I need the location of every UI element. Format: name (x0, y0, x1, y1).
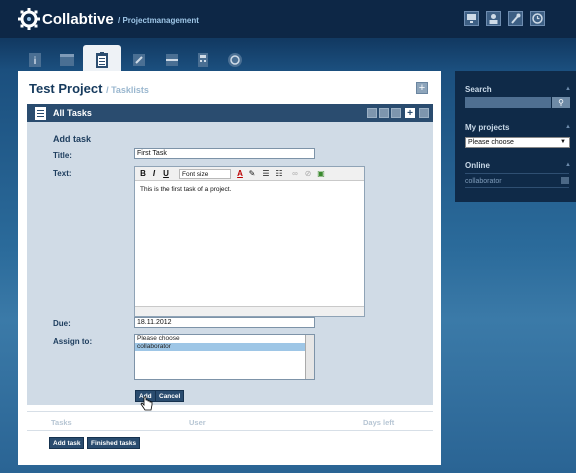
col-user[interactable]: User (189, 418, 206, 427)
tasklist-icon[interactable] (93, 51, 111, 69)
user-icon[interactable] (486, 11, 501, 26)
due-label: Due: (53, 319, 71, 328)
main-content: Test Project / Tasklists + All Tasks + A… (18, 71, 441, 465)
title-input[interactable]: First Task (134, 148, 315, 159)
project-tab-bar: i (18, 45, 276, 73)
sidebar: Search ▲ ⚲ My projects ▲ Please choose ▼… (455, 71, 576, 202)
assign-label: Assign to: (53, 337, 93, 346)
online-title[interactable]: Online (465, 161, 490, 170)
edit-icon[interactable] (379, 108, 389, 118)
due-date-input[interactable]: 18.11.2012 (134, 317, 315, 328)
page-subtitle: / Tasklists (106, 85, 149, 95)
search-input[interactable] (465, 97, 551, 108)
bold-button[interactable]: B (139, 169, 147, 179)
projects-select[interactable]: Please choose ▼ (465, 137, 570, 148)
bullet-list-icon[interactable]: ☰ (261, 169, 271, 179)
divider (465, 187, 569, 188)
wrench-icon[interactable] (508, 11, 523, 26)
numbered-list-icon[interactable]: ☷ (274, 169, 284, 179)
divider (465, 173, 569, 174)
italic-button[interactable]: I (150, 169, 158, 179)
edit-icon[interactable] (130, 51, 148, 69)
svg-text:i: i (34, 56, 37, 67)
link-icon[interactable]: ∞ (290, 169, 300, 179)
check-icon[interactable] (367, 108, 377, 118)
page-title: Test Project / Tasklists (29, 81, 149, 96)
tasklist-header-icon (35, 107, 46, 120)
clock-icon[interactable] (530, 11, 545, 26)
finished-tasks-button[interactable]: Finished tasks (87, 437, 141, 449)
block-header: All Tasks + (27, 104, 433, 122)
highlight-icon[interactable]: ✎ (247, 169, 257, 179)
font-size-select[interactable]: Font size (179, 169, 231, 179)
image-icon[interactable]: ▣ (316, 169, 326, 179)
col-days-left[interactable]: Days left (363, 418, 394, 427)
chevron-down-icon: ▼ (560, 139, 566, 145)
timer-icon[interactable] (226, 51, 244, 69)
top-header: Collabtive / Projectmanagement (0, 0, 576, 38)
assign-to-select[interactable]: Please choose collaborator (134, 334, 315, 380)
col-tasks[interactable]: Tasks (51, 418, 72, 427)
app-name[interactable]: Collabtive (42, 11, 114, 28)
calculator-icon[interactable] (194, 51, 212, 69)
editor-toolbar: B I U Font size A ✎ ☰ ☷ ∞ ⊘ ▣ (135, 167, 364, 181)
online-user[interactable]: collaborator (465, 178, 502, 185)
search-title[interactable]: Search (465, 85, 492, 94)
hand-cursor-icon (140, 396, 153, 411)
tasks-table-header: Tasks User Days left (27, 411, 433, 431)
text-label: Text: (53, 169, 72, 178)
collapse-caret-icon[interactable]: ▲ (565, 162, 571, 168)
text-color-icon[interactable]: A (235, 169, 245, 179)
assign-option-collaborator[interactable]: collaborator (135, 343, 314, 351)
add-tasklist-icon[interactable]: + (416, 82, 428, 94)
collapse-icon[interactable] (419, 108, 429, 118)
add-task-heading: Add task (53, 134, 92, 144)
desktop-icon[interactable] (464, 11, 479, 26)
underline-button[interactable]: U (162, 169, 170, 179)
collapse-caret-icon[interactable]: ▲ (565, 124, 571, 130)
title-label: Title: (53, 151, 72, 160)
search-icon[interactable]: ⚲ (552, 97, 570, 108)
calendar-icon[interactable] (58, 51, 76, 69)
delete-icon[interactable] (391, 108, 401, 118)
editor-statusbar (135, 306, 364, 316)
block-title: All Tasks (53, 108, 92, 118)
editor-text[interactable]: This is the first task of a project. (140, 186, 231, 193)
cancel-button[interactable]: Cancel (155, 390, 185, 402)
rich-text-editor[interactable]: B I U Font size A ✎ ☰ ☷ ∞ ⊘ ▣ This is th… (134, 166, 365, 317)
info-icon[interactable]: i (26, 51, 44, 69)
collapse-caret-icon[interactable]: ▲ (565, 86, 571, 92)
assign-scrollbar[interactable] (305, 335, 314, 379)
project-name[interactable]: Test Project (29, 81, 102, 96)
add-task-button[interactable]: Add task (49, 437, 85, 449)
message-icon[interactable] (561, 177, 569, 184)
projects-select-value: Please choose (468, 139, 514, 146)
files-icon[interactable] (163, 51, 181, 69)
my-projects-title[interactable]: My projects (465, 123, 509, 132)
assign-option-please-choose[interactable]: Please choose (135, 335, 314, 343)
add-icon[interactable]: + (405, 108, 415, 119)
app-subtitle: / Projectmanagement (118, 16, 199, 25)
unlink-icon[interactable]: ⊘ (303, 169, 313, 179)
gear-logo-icon (18, 8, 40, 30)
